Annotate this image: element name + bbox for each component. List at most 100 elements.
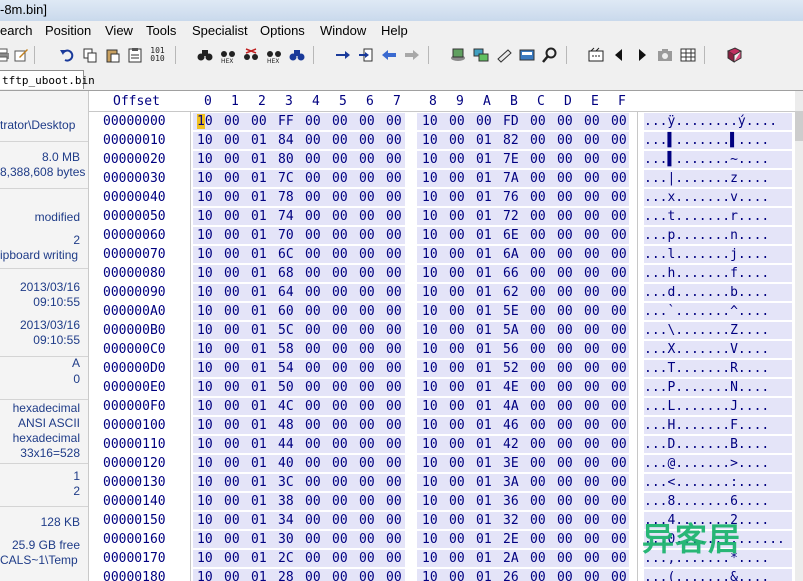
hex-byte[interactable]: 00 [386, 359, 410, 378]
hex-row[interactable]: 10 00 01 64 00 00 00 00 10 00 01 62 00 00 00 00 [191, 283, 631, 302]
hex-byte[interactable]: 00 [305, 454, 329, 473]
hex-byte[interactable]: 00 [449, 283, 473, 302]
hex-row[interactable]: 10 00 01 68 00 00 00 00 10 00 01 66 00 00 00 00 [191, 264, 631, 283]
hex-byte[interactable]: 10 [422, 340, 446, 359]
hex-byte[interactable]: 00 [305, 435, 329, 454]
hex-row[interactable]: 10 00 01 6C 00 00 00 00 10 00 01 6A 00 00 00 00 [191, 245, 631, 264]
hex-byte[interactable]: 00 [386, 378, 410, 397]
hex-byte[interactable]: 00 [557, 264, 581, 283]
hex-byte[interactable]: 00 [584, 397, 608, 416]
hex-byte[interactable]: 00 [332, 112, 356, 131]
hex-byte[interactable]: 00 [449, 188, 473, 207]
hex-byte[interactable]: 00 [386, 112, 410, 131]
hex-byte[interactable]: 00 [530, 549, 554, 568]
hex-byte[interactable]: 00 [611, 359, 635, 378]
hex-byte[interactable]: 00 [611, 245, 635, 264]
hex-byte[interactable]: 00 [557, 302, 581, 321]
hex-byte[interactable]: 01 [476, 549, 500, 568]
hex-byte[interactable]: 40 [278, 454, 302, 473]
hex-byte[interactable]: 00 [449, 492, 473, 511]
hex-byte[interactable]: 00 [584, 378, 608, 397]
hex-byte[interactable]: 00 [332, 226, 356, 245]
hex-byte[interactable]: 00 [359, 207, 383, 226]
hex-byte[interactable]: 00 [386, 321, 410, 340]
hex-byte[interactable]: 00 [557, 530, 581, 549]
hex-byte[interactable]: 00 [584, 530, 608, 549]
hex-byte[interactable]: 00 [611, 530, 635, 549]
hex-byte[interactable]: 00 [305, 112, 329, 131]
copy-icon[interactable] [81, 46, 98, 63]
hex-bytes-column[interactable]: 10 00 00 FF 00 00 00 00 10 00 00 FD 00 00 00 00 10 00 01 84… [191, 112, 635, 581]
hex-byte[interactable]: 48 [278, 416, 302, 435]
camera-icon[interactable] [656, 46, 673, 63]
menu-view[interactable]: View [105, 23, 133, 38]
hex-byte[interactable]: 00 [557, 131, 581, 150]
hex-byte[interactable]: 00 [332, 321, 356, 340]
hex-byte[interactable]: 00 [611, 321, 635, 340]
hex-byte[interactable]: 00 [530, 492, 554, 511]
hex-byte[interactable]: 00 [584, 435, 608, 454]
hex-byte[interactable]: 3A [503, 473, 527, 492]
menu-window[interactable]: Window [320, 23, 366, 38]
hex-byte[interactable]: 00 [584, 473, 608, 492]
menu-tools[interactable]: Tools [146, 23, 176, 38]
menu-specialist[interactable]: Specialist [192, 23, 248, 38]
hex-byte[interactable]: 00 [224, 416, 248, 435]
hex-row[interactable]: 10 00 01 60 00 00 00 00 10 00 01 5E 00 00 00 00 [191, 302, 631, 321]
hex-byte[interactable]: 66 [503, 264, 527, 283]
hex-byte[interactable]: 00 [224, 207, 248, 226]
hex-byte[interactable]: 00 [359, 568, 383, 581]
hex-byte[interactable]: 00 [530, 283, 554, 302]
hex-byte[interactable]: 01 [251, 378, 275, 397]
hex-byte[interactable]: 00 [449, 435, 473, 454]
hex-byte[interactable]: 00 [557, 169, 581, 188]
hex-byte[interactable]: 01 [251, 568, 275, 581]
hex-byte[interactable]: 00 [305, 131, 329, 150]
hex-byte[interactable]: 10 [197, 131, 221, 150]
hex-byte[interactable]: 00 [611, 112, 635, 131]
hex-byte[interactable]: 00 [611, 150, 635, 169]
hex-byte[interactable]: 00 [332, 435, 356, 454]
hex-byte[interactable]: 00 [224, 340, 248, 359]
hex-byte[interactable]: 00 [611, 492, 635, 511]
hex-byte[interactable]: 00 [530, 511, 554, 530]
hex-byte[interactable]: 00 [611, 378, 635, 397]
hex-byte[interactable]: 00 [584, 188, 608, 207]
hex-byte[interactable]: 82 [503, 131, 527, 150]
hex-byte[interactable]: 00 [557, 226, 581, 245]
hex-byte[interactable]: 00 [611, 454, 635, 473]
hex-byte[interactable]: 00 [449, 397, 473, 416]
hex-byte[interactable]: 00 [359, 112, 383, 131]
hex-byte[interactable]: 00 [611, 283, 635, 302]
hex-row[interactable]: 10 00 01 5C 00 00 00 00 10 00 01 5A 00 00 00 00 [191, 321, 631, 340]
text-row[interactable]: ...P.......N.... [644, 379, 792, 396]
hex-byte[interactable]: 01 [476, 454, 500, 473]
hex-byte[interactable]: 01 [251, 150, 275, 169]
hex-byte[interactable]: 00 [332, 359, 356, 378]
hex-byte[interactable]: 01 [251, 454, 275, 473]
text-column[interactable]: ...ÿ........ý.... ...▌.......▌.... ...▌...… [637, 112, 795, 581]
hex-byte[interactable]: 01 [476, 264, 500, 283]
hex-editor[interactable]: Offset 0123456789ABCDEF 00000000 00000010… [89, 91, 795, 581]
hex-row[interactable]: 10 00 01 38 00 00 00 00 10 00 01 36 00 00 00 00 [191, 492, 631, 511]
hex-byte[interactable]: 00 [224, 245, 248, 264]
hex-byte[interactable]: 00 [449, 473, 473, 492]
text-row[interactable]: ...d.......b.... [644, 284, 792, 301]
goto-sector-icon[interactable] [357, 46, 374, 63]
hex-byte[interactable]: 10 [422, 511, 446, 530]
hex-byte[interactable]: 00 [305, 245, 329, 264]
hex-byte[interactable]: 00 [332, 454, 356, 473]
hex-byte[interactable]: FD [503, 112, 527, 131]
hex-byte[interactable]: 00 [449, 340, 473, 359]
hex-row[interactable]: 10 00 01 34 00 00 00 00 10 00 01 32 00 00 00 00 [191, 511, 631, 530]
hex-byte[interactable]: 00 [584, 340, 608, 359]
hex-byte[interactable]: 00 [386, 568, 410, 581]
hex-byte[interactable]: 00 [386, 530, 410, 549]
hex-byte[interactable]: 01 [251, 245, 275, 264]
hex-byte[interactable]: 00 [557, 321, 581, 340]
hex-byte[interactable]: 00 [359, 454, 383, 473]
hex-byte[interactable]: 00 [305, 321, 329, 340]
hex-byte[interactable]: 10 [422, 264, 446, 283]
hex-byte[interactable]: 00 [611, 473, 635, 492]
hex-byte[interactable]: 01 [251, 188, 275, 207]
